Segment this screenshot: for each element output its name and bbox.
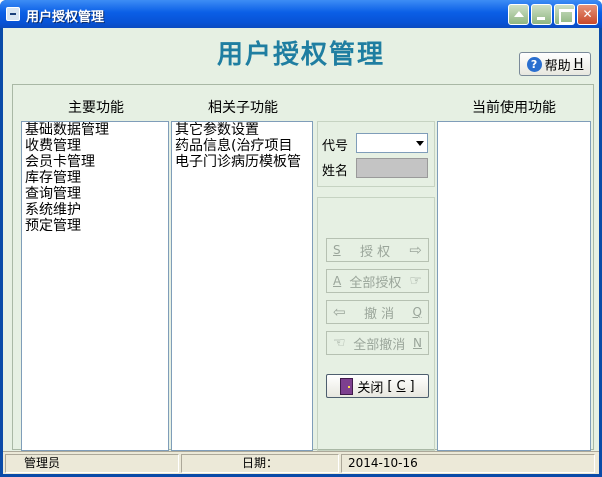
app-window: 用户授权管理 ✕ 用户授权管理 ? 帮助 H 主要功能 相关子功能 当前使用功能 … <box>0 0 602 477</box>
arrow-left-icon <box>333 303 346 321</box>
user-lookup-panel: 代号 姓名 <box>317 121 435 187</box>
help-icon: ? <box>526 56 542 72</box>
client-area: 用户授权管理 ? 帮助 H 主要功能 相关子功能 当前使用功能 基础数据管理 收费管… <box>3 28 599 474</box>
window-title: 用户授权管理 <box>26 10 105 25</box>
minimize-icon <box>532 5 551 24</box>
action-panel: S 授 权 A 全部授权 撤 消 Q 全部撤消 N <box>317 197 435 451</box>
related-functions-header: 相关子功能 <box>208 100 278 116</box>
list-item[interactable]: 库存管理 <box>22 170 168 186</box>
rollup-icon <box>509 5 528 24</box>
help-button-label: 帮助 <box>544 58 571 74</box>
authorize-key: S <box>333 243 341 257</box>
minimize-button[interactable] <box>531 4 552 25</box>
related-functions-list[interactable]: 其它参数设置 药品信息(治疗项目 电子门诊病历模板管 <box>171 121 313 451</box>
authorize-all-key: A <box>333 274 342 288</box>
current-functions-header: 当前使用功能 <box>472 100 556 116</box>
close-icon: ✕ <box>582 7 593 21</box>
status-date-value: 2014-10-16 <box>341 454 595 473</box>
status-user: 管理员 <box>5 454 179 473</box>
name-field <box>356 158 428 178</box>
current-functions-list[interactable] <box>437 121 591 451</box>
revoke-all-button[interactable]: 全部撤消 N <box>326 331 429 355</box>
list-item[interactable]: 药品信息(治疗项目 <box>172 138 312 154</box>
chevron-down-icon[interactable] <box>416 141 424 146</box>
code-label: 代号 <box>322 139 349 154</box>
arrow-right-icon <box>409 241 422 259</box>
main-functions-list[interactable]: 基础数据管理 收费管理 会员卡管理 库存管理 查询管理 系统维护 预定管理 <box>21 121 169 451</box>
close-key-bracket-close: ] <box>409 378 415 394</box>
title-bar[interactable]: 用户授权管理 ✕ <box>0 0 602 28</box>
authorize-label: 授 权 <box>359 244 391 260</box>
close-key-bracket-open: [ <box>387 378 393 394</box>
list-item[interactable]: 系统维护 <box>22 202 168 218</box>
authorize-all-label: 全部授权 <box>349 275 402 291</box>
close-window-button[interactable]: ✕ <box>577 4 598 25</box>
revoke-button[interactable]: 撤 消 Q <box>326 300 429 324</box>
hand-left-icon <box>333 335 346 351</box>
rollup-button[interactable] <box>508 4 529 25</box>
list-item[interactable]: 其它参数设置 <box>172 122 312 138</box>
code-select[interactable] <box>356 133 428 153</box>
authorize-all-button[interactable]: A 全部授权 <box>326 269 429 293</box>
close-button[interactable]: 关闭[C] <box>326 374 429 398</box>
name-label: 姓名 <box>322 164 349 179</box>
page-title: 用户授权管理 <box>216 40 385 70</box>
status-bar: 管理员 日期： 2014-10-16 <box>3 451 599 474</box>
window-menu-icon[interactable] <box>6 7 20 21</box>
help-button-key: H <box>573 56 584 72</box>
revoke-all-label: 全部撤消 <box>353 337 406 353</box>
list-item[interactable]: 基础数据管理 <box>22 122 168 138</box>
help-button[interactable]: ? 帮助 H <box>519 52 591 76</box>
status-date-label: 日期： <box>181 454 339 473</box>
close-button-key: C <box>396 378 406 394</box>
maximize-icon <box>555 5 574 24</box>
exit-door-icon <box>340 377 354 395</box>
main-functions-header: 主要功能 <box>68 100 124 116</box>
close-button-label: 关闭 <box>357 380 384 396</box>
maximize-button[interactable] <box>554 4 575 25</box>
list-item[interactable]: 收费管理 <box>22 138 168 154</box>
authorize-button[interactable]: S 授 权 <box>326 238 429 262</box>
revoke-key: Q <box>412 305 422 319</box>
list-item[interactable]: 预定管理 <box>22 218 168 234</box>
list-item[interactable]: 会员卡管理 <box>22 154 168 170</box>
revoke-all-key: N <box>413 336 422 350</box>
list-item[interactable]: 电子门诊病历模板管 <box>172 154 312 170</box>
hand-right-icon <box>409 273 422 289</box>
main-panel: 主要功能 相关子功能 当前使用功能 基础数据管理 收费管理 会员卡管理 库存管理 查询管… <box>12 84 594 451</box>
list-item[interactable]: 查询管理 <box>22 186 168 202</box>
revoke-label: 撤 消 <box>363 306 395 322</box>
